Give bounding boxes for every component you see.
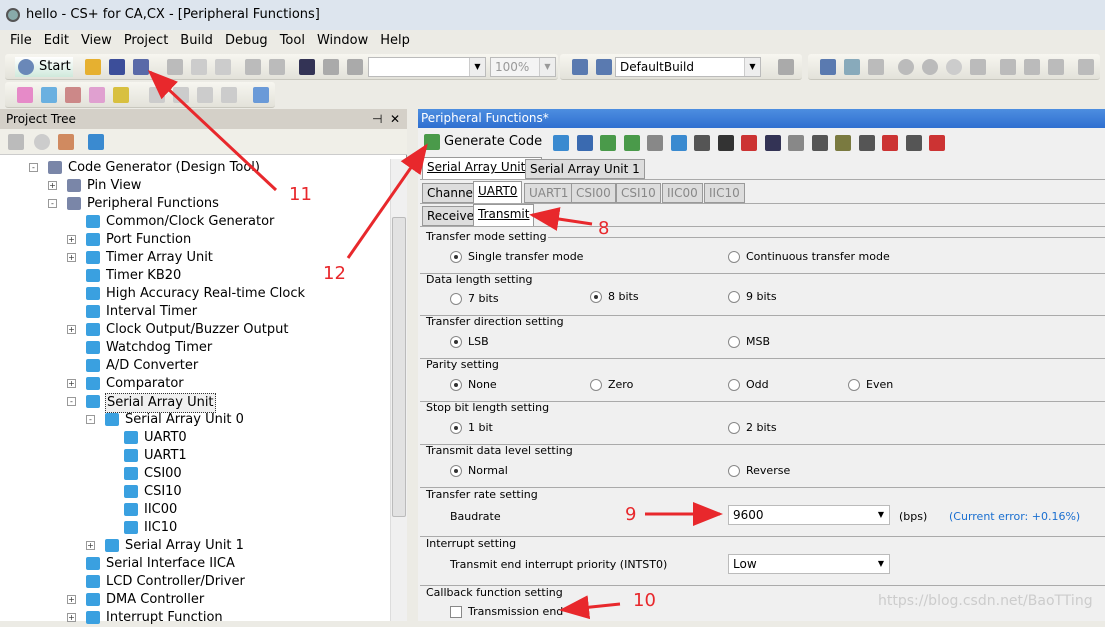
annotation-arrows [147, 69, 723, 620]
arrow-12 [346, 143, 428, 259]
annotation-8: 8 [598, 218, 610, 239]
annotation-12: 12 [323, 263, 346, 284]
arrow-11 [147, 69, 278, 192]
arrow-10 [559, 595, 621, 620]
annotation-10: 10 [633, 590, 656, 611]
arrow-8 [529, 207, 593, 231]
annotation-9: 9 [625, 504, 637, 525]
annotation-11: 11 [289, 184, 312, 205]
